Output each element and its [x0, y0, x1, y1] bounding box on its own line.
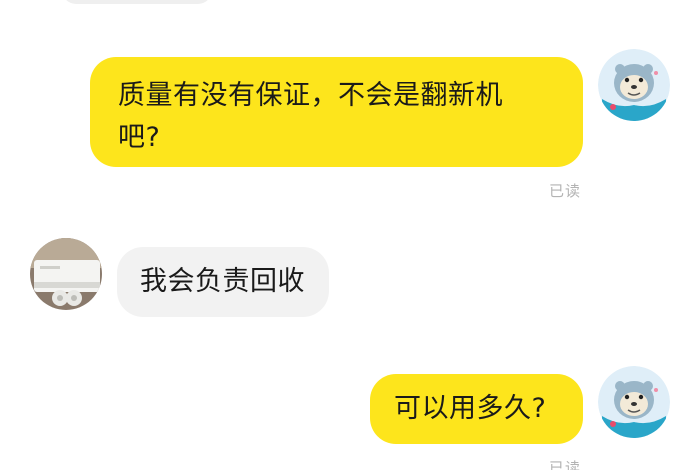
read-status: 已读 — [549, 459, 582, 470]
message-text: 可以用多久? — [394, 393, 547, 424]
message-text-line: 质量有没有保证，不会是翻新机 — [118, 80, 503, 111]
their-message-bubble[interactable]: 我会负责回收 — [117, 247, 329, 317]
air-conditioner-photo-avatar[interactable] — [30, 238, 102, 310]
my-message-bubble[interactable]: 质量有没有保证，不会是翻新机 吧? — [90, 57, 583, 167]
seal-avatar-icon[interactable] — [598, 366, 670, 438]
seal-avatar-icon[interactable] — [598, 49, 670, 121]
previous-message-fragment — [62, 0, 212, 4]
my-message-bubble[interactable]: 可以用多久? — [370, 374, 583, 444]
message-text: 我会负责回收 — [140, 266, 305, 297]
read-status: 已读 — [549, 182, 582, 200]
message-text-line: 吧? — [118, 122, 161, 153]
chat-conversation: 质量有没有保证，不会是翻新机 吧? 已读 我会负责回收 可以用多久? 已读 — [0, 0, 700, 470]
